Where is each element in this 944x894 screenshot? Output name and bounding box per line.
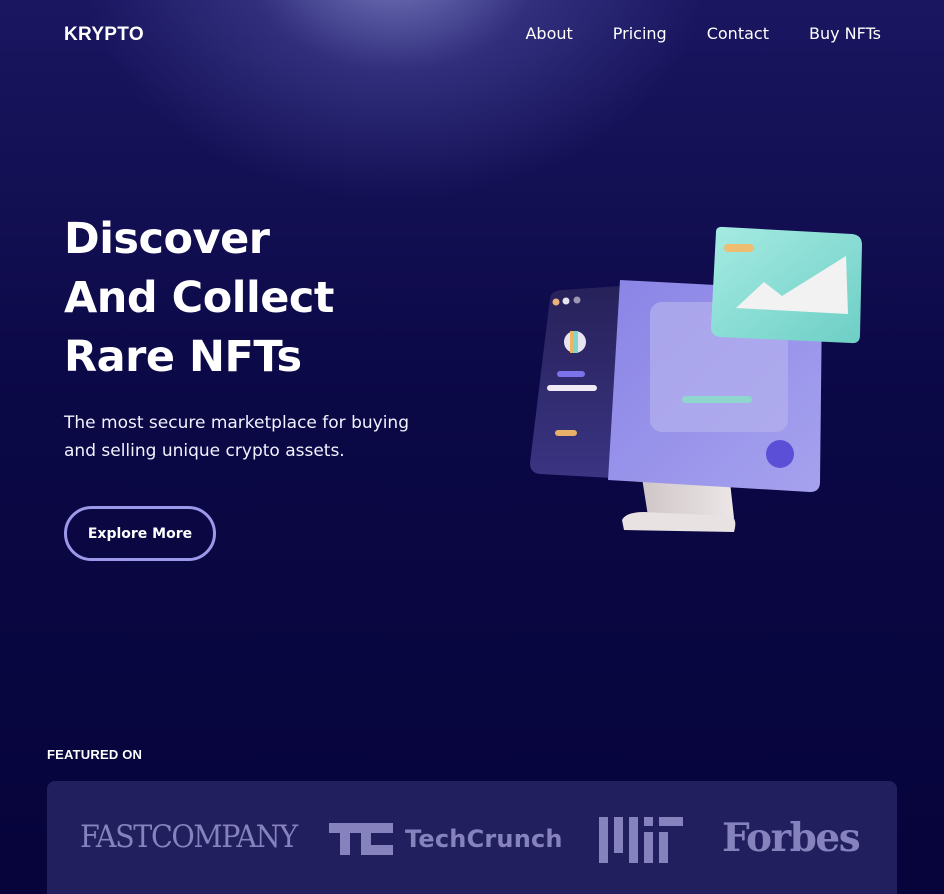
site-logo[interactable]: KRYPTO <box>64 24 144 46</box>
hero-title-line-1: Discover <box>64 214 270 264</box>
hero-title-line-2: And Collect <box>64 273 334 323</box>
techcrunch-mark-icon <box>329 823 393 855</box>
image-card-icon <box>711 226 862 344</box>
nav-link-contact[interactable]: Contact <box>707 24 769 43</box>
nav-links: About Pricing Contact Buy NFTs <box>525 24 881 43</box>
techcrunch-logo: TechCrunch <box>329 823 563 855</box>
fast-company-logo: FASTCOMPANY <box>80 819 298 855</box>
nav-link-buy-nfts[interactable]: Buy NFTs <box>809 24 881 43</box>
hero-subtitle: The most secure marketplace for buying a… <box>64 413 409 461</box>
hero-title-line-3: Rare NFTs <box>64 332 302 382</box>
forbes-logo: Forbes <box>722 815 861 861</box>
nav-link-about[interactable]: About <box>525 24 572 43</box>
techcrunch-wordmark: TechCrunch <box>405 825 563 853</box>
mit-logo <box>599 817 683 867</box>
nft-monitor-illustration <box>520 220 880 550</box>
featured-logos-bar: FASTCOMPANY TechCrunch Forbes <box>47 781 897 894</box>
featured-on-label: FEATURED ON <box>47 747 143 762</box>
nav-link-pricing[interactable]: Pricing <box>613 24 667 43</box>
top-nav: KRYPTO About Pricing Contact Buy NFTs <box>0 0 944 72</box>
hero-title: Discover And Collect Rare NFTs <box>64 210 484 387</box>
explore-more-button[interactable]: Explore More <box>64 506 216 561</box>
